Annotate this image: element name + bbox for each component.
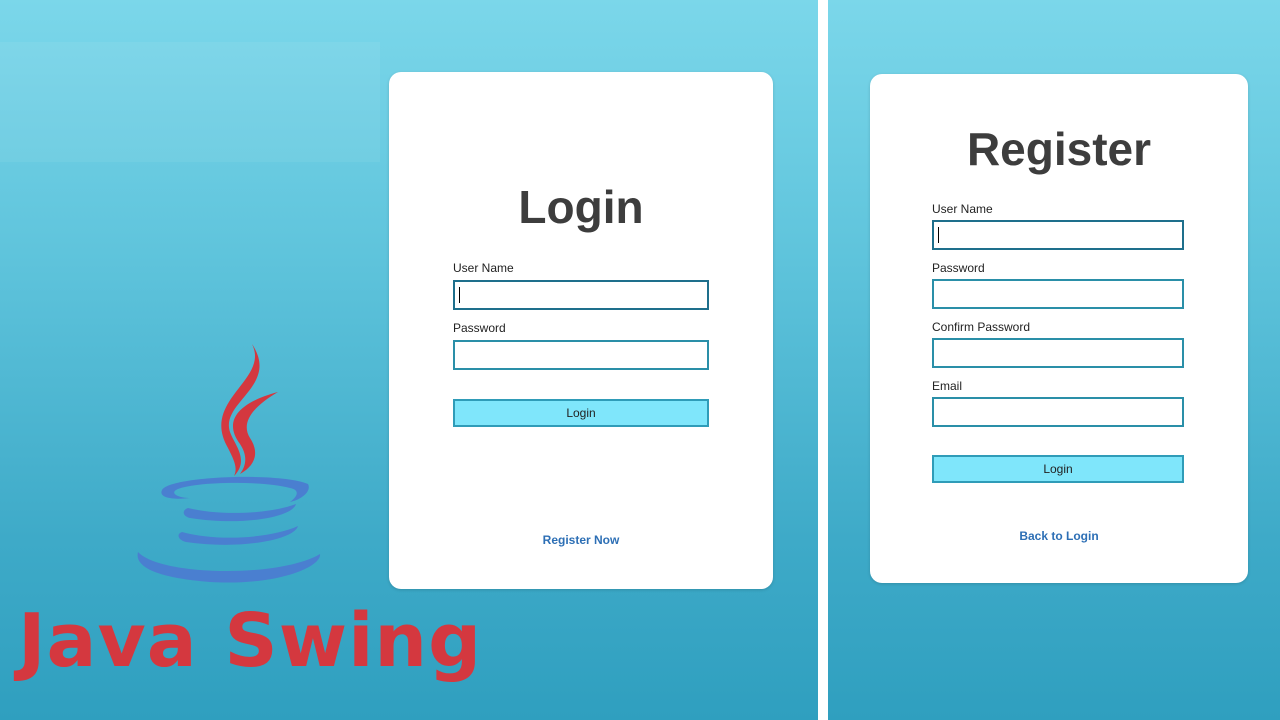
register-password-label: Password <box>932 261 985 275</box>
text-caret <box>938 227 939 243</box>
login-password-label: Password <box>453 321 506 335</box>
register-confirm-input[interactable] <box>932 338 1184 368</box>
login-submit-button[interactable]: Login <box>453 399 709 427</box>
login-card: Login User Name Password Login Register … <box>389 72 773 589</box>
register-confirm-label: Confirm Password <box>932 320 1031 334</box>
register-username-label: User Name <box>932 202 993 216</box>
login-title: Login <box>518 181 644 233</box>
register-username-input[interactable] <box>932 220 1184 250</box>
login-username-label: User Name <box>453 261 514 275</box>
register-submit-button[interactable]: Login <box>932 455 1184 483</box>
login-password-input[interactable] <box>453 340 709 370</box>
register-email-input[interactable] <box>932 397 1184 427</box>
register-now-link[interactable]: Register Now <box>389 533 773 547</box>
register-email-label: Email <box>932 379 963 393</box>
panel-divider <box>818 0 828 720</box>
text-caret <box>459 287 460 303</box>
back-to-login-link[interactable]: Back to Login <box>870 529 1248 543</box>
java-coffee-cup-icon <box>137 344 321 583</box>
register-title: Register <box>966 123 1152 175</box>
brand-title: Java Swing <box>18 598 483 684</box>
login-username-input[interactable] <box>453 280 709 310</box>
register-card: Register User Name Password Confirm Pass… <box>870 74 1248 583</box>
background-highlight <box>0 42 380 162</box>
register-password-input[interactable] <box>932 279 1184 309</box>
